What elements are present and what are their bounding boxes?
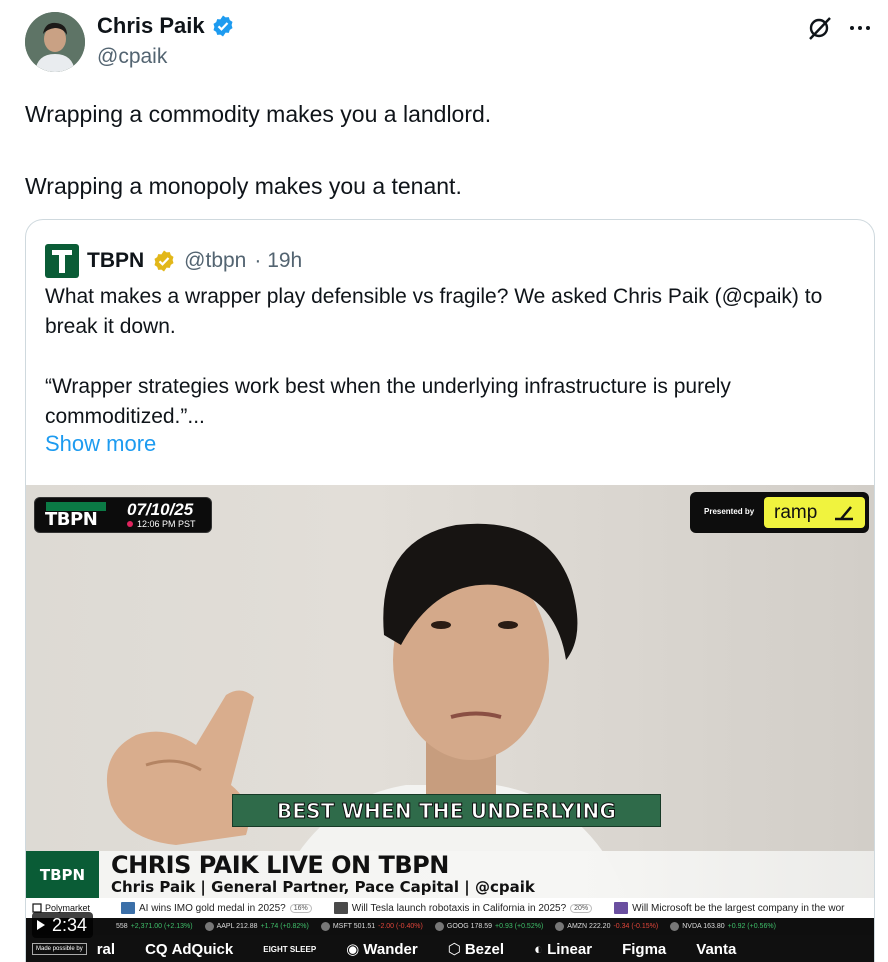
- quote-text: What makes a wrapper play defensible vs …: [45, 282, 845, 432]
- ramp-mark-icon: [835, 506, 853, 521]
- stock-ticker: 558 +2,371.00 (+2.13%) AAPL 212.88 +1.74 (…: [26, 918, 874, 935]
- wander-icon: ◉: [346, 941, 360, 958]
- market-question: AI wins IMO gold medal in 2025?: [139, 902, 286, 914]
- stock-item: AMZN 222.20 -0.34 (-0.15%): [555, 922, 658, 931]
- live-dot-icon: [127, 521, 133, 527]
- linear-icon: ◐: [534, 940, 544, 958]
- stock-change: -2.00 (-0.40%): [378, 923, 423, 930]
- market-thumbnail: [614, 902, 629, 914]
- made-possible-label: Made possible by: [32, 943, 87, 955]
- quote-author-handle[interactable]: @tbpn: [184, 249, 246, 273]
- presented-by-label: Presented by: [704, 507, 755, 516]
- market-odds: 16%: [289, 903, 312, 913]
- sponsor-name: Linear: [547, 940, 593, 958]
- author-name-row: Chris Paik: [97, 13, 235, 39]
- ramp-wordmark: ramp: [774, 502, 818, 523]
- tweet-paragraph: Wrapping a commodity makes you a landlor…: [25, 101, 492, 127]
- quote-paragraph: What makes a wrapper play defensible vs …: [45, 285, 823, 338]
- market-odds: 20%: [570, 903, 593, 913]
- market-question: Will Tesla launch robotaxis in Californi…: [351, 902, 567, 914]
- stock-change: +1.74 (+0.82%): [260, 923, 309, 930]
- apple-icon: [204, 922, 214, 931]
- sponsor-logo: ral: [96, 940, 116, 958]
- lower-third: TBPN CHRIS PAIK LIVE ON TBPN Chris Paik …: [26, 851, 874, 898]
- video-player[interactable]: TBPN 07/10/25 12:06 PM PST Presented by …: [26, 485, 874, 962]
- stock-item: NVDA 163.80 +0.92 (+0.56%): [670, 922, 776, 931]
- broadcast-date: 07/10/25: [127, 500, 194, 519]
- sponsor-logo: Figma: [622, 940, 667, 958]
- tbpn-avatar[interactable]: [45, 244, 79, 278]
- stock-label: GOOG 178.59: [446, 923, 493, 930]
- sponsor-logo: Vanta: [696, 940, 737, 958]
- duration-text: 2:34: [52, 915, 88, 935]
- quote-paragraph: “Wrapper strategies work best when the u…: [45, 375, 731, 428]
- author-name[interactable]: Chris Paik: [97, 13, 205, 39]
- stock-change: +2,371.00 (+2.13%): [130, 923, 193, 930]
- nvidia-icon: [670, 922, 680, 931]
- sponsor-box: Presented by ramp: [690, 492, 869, 533]
- quote-timestamp[interactable]: · 19h: [254, 249, 302, 273]
- stock-item: AAPL 212.88 +1.74 (+0.82%): [204, 922, 309, 931]
- video-duration[interactable]: 2:34: [32, 912, 94, 938]
- verified-badge-icon: [211, 14, 235, 38]
- quoted-tweet[interactable]: TBPN @tbpn · 19h What makes a wrapper pl…: [25, 219, 875, 962]
- more-options-icon[interactable]: [846, 16, 874, 40]
- sponsors-bar: Made possible by ral CQ AdQuick EIGHT SLE…: [26, 935, 874, 962]
- sponsor-logo-adquick: CQ AdQuick: [145, 941, 233, 958]
- stock-item: MSFT 501.51 -2.00 (-0.40%): [320, 922, 423, 931]
- market-question: Will Microsoft be the largest company in…: [632, 902, 845, 914]
- stock-change: -0.34 (-0.15%): [613, 923, 659, 930]
- author-handle[interactable]: @cpaik: [97, 45, 167, 69]
- market-item: Will Microsoft be the largest company in…: [614, 902, 844, 914]
- market-thumbnail: [121, 902, 135, 914]
- quote-author-name[interactable]: TBPN: [87, 249, 144, 273]
- sponsor-logo-linear: ◐ Linear: [534, 941, 592, 958]
- lower-third-logo: TBPN: [26, 851, 99, 898]
- stock-item: GOOG 178.59 +0.93 (+0.52%): [434, 922, 544, 931]
- market-item: Will Tesla launch robotaxis in Californi…: [333, 902, 593, 914]
- stock-change: +0.93 (+0.52%): [495, 923, 544, 930]
- lower-third-subtitle: Chris Paik | General Partner, Pace Capit…: [111, 878, 535, 896]
- stock-label: 558: [116, 923, 128, 930]
- market-item: AI wins IMO gold medal in 2025? 16%: [121, 902, 312, 914]
- google-icon: [434, 922, 444, 931]
- microsoft-icon: [320, 922, 330, 931]
- play-icon: [37, 920, 45, 930]
- broadcast-time: 12:06 PM PST: [137, 519, 196, 529]
- stock-label: AMZN 222.20: [567, 923, 611, 930]
- sponsor-name: Wander: [363, 940, 418, 958]
- show-more-link[interactable]: Show more: [45, 431, 156, 457]
- subtitle-caption: BEST WHEN THE UNDERLYING: [232, 794, 661, 827]
- market-thumbnail: [333, 902, 348, 914]
- sponsor-logo-wander: ◉ Wander: [346, 940, 418, 959]
- quote-header: TBPN @tbpn · 19h: [45, 244, 302, 278]
- lower-third-body: CHRIS PAIK LIVE ON TBPN Chris Paik | Gen…: [99, 851, 874, 898]
- bezel-icon: ⬡: [447, 941, 461, 958]
- stock-label: MSFT 501.51: [332, 923, 376, 930]
- ramp-logo: ramp: [764, 497, 865, 528]
- broadcast-date-box: TBPN 07/10/25 12:06 PM PST: [34, 497, 212, 533]
- tbpn-logo: TBPN: [45, 509, 98, 530]
- gold-verified-badge-icon: [152, 249, 176, 273]
- tweet-text: Wrapping a commodity makes you a landlor…: [25, 96, 865, 204]
- stock-label: AAPL 212.88: [216, 923, 258, 930]
- adquick-icon: CQ: [145, 940, 168, 958]
- lower-third-title: CHRIS PAIK LIVE ON TBPN: [111, 851, 449, 879]
- stock-change: +0.92 (+0.56%): [727, 923, 776, 930]
- amazon-icon: [555, 922, 565, 931]
- sponsor-logo: EIGHT SLEEP: [263, 944, 317, 954]
- sponsor-name: AdQuick: [171, 940, 234, 958]
- tweet-paragraph: Wrapping a monopoly makes you a tenant.: [25, 173, 462, 199]
- caption-text: BEST WHEN THE UNDERLYING: [276, 798, 617, 823]
- broadcast-time-row: 12:06 PM PST: [127, 519, 196, 529]
- grok-icon[interactable]: [806, 14, 834, 42]
- stock-item: 558 +2,371.00 (+2.13%): [116, 923, 193, 930]
- polymarket-ticker: Polymarket AI wins IMO gold medal in 202…: [26, 898, 874, 918]
- sponsor-logo-bezel: ⬡ Bezel: [447, 940, 504, 959]
- author-avatar[interactable]: [25, 12, 85, 72]
- sponsor-name: Bezel: [464, 940, 504, 958]
- stock-label: NVDA 163.80: [682, 923, 725, 930]
